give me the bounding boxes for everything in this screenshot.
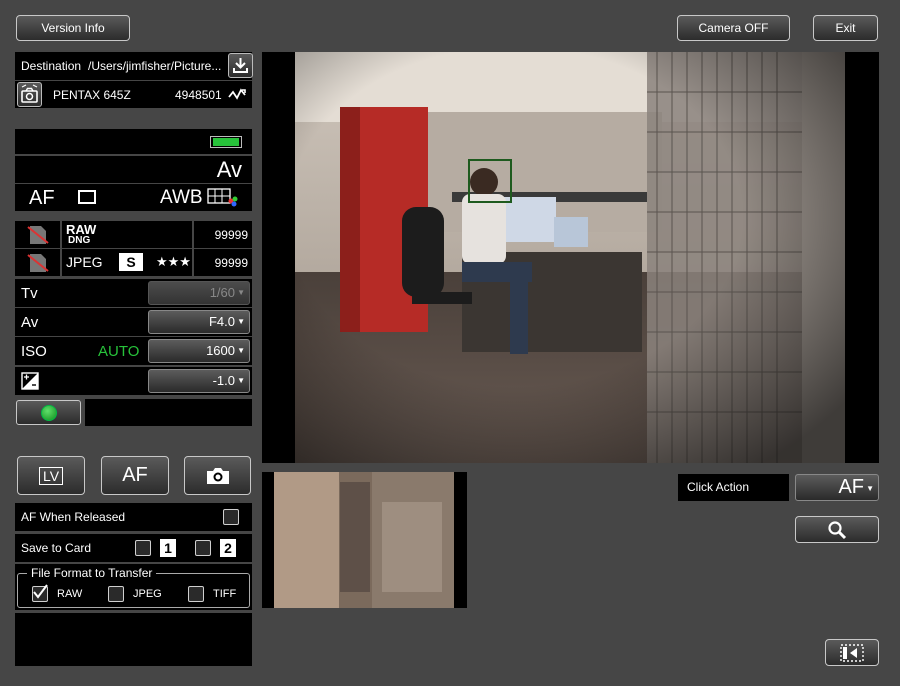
av-value: F4.0	[208, 314, 235, 329]
download-icon[interactable]	[228, 53, 253, 78]
shutter-button[interactable]	[184, 456, 251, 495]
single-shot-icon	[78, 190, 96, 204]
record-button[interactable]	[16, 400, 81, 425]
av-label: Av	[21, 314, 39, 331]
raw-card-cell	[15, 221, 60, 248]
camera-icon	[206, 467, 229, 484]
info-panel	[15, 613, 252, 666]
av-dropdown[interactable]: F4.0 ▼	[148, 310, 250, 334]
color-grid-icon	[207, 188, 239, 213]
click-action-label-box: Click Action	[678, 474, 789, 501]
destination-path: /Users/jimfisher/Picture...	[88, 59, 222, 73]
tv-label: Tv	[21, 285, 38, 302]
office-scene-image	[262, 52, 879, 463]
raw-checkbox[interactable]	[32, 584, 48, 602]
af-button[interactable]: AF	[101, 456, 169, 495]
raw-sub: DNG	[68, 235, 91, 246]
chevron-down-icon: ▼	[866, 484, 874, 493]
thumbnail-image[interactable]	[262, 472, 467, 608]
live-view-button[interactable]: LV	[17, 456, 85, 495]
raw-format-cell: RAW DNG	[62, 221, 192, 248]
af-when-released-checkbox[interactable]	[223, 509, 239, 525]
card-slot-disabled-icon	[27, 254, 49, 272]
checkmark-icon	[33, 584, 48, 599]
jpeg-size: S	[119, 253, 143, 271]
af-when-released-row: AF When Released	[15, 503, 252, 531]
click-action-label: Click Action	[687, 480, 750, 494]
record-icon	[40, 404, 57, 421]
tv-dropdown[interactable]: 1/60 ▼	[148, 281, 250, 305]
iso-row: ISO AUTO 1600 ▼	[15, 337, 252, 365]
af-when-released-label: AF When Released	[21, 510, 126, 524]
camera-off-button[interactable]: Camera OFF	[677, 15, 790, 41]
file-format-legend: File Format to Transfer	[27, 566, 157, 580]
ev-value: -1.0	[212, 373, 235, 388]
collapse-panel-button[interactable]	[825, 639, 879, 666]
camera-serial: 4948501	[175, 88, 222, 102]
click-action-value: AF	[838, 476, 864, 498]
af-mode: AF	[29, 187, 55, 209]
card-slot-disabled-icon	[27, 226, 49, 244]
search-icon	[828, 520, 847, 539]
tv-value: 1/60	[209, 285, 235, 300]
white-balance: AWB	[160, 187, 203, 208]
record-status	[85, 399, 252, 426]
af-row: AF AWB	[15, 184, 252, 211]
panel-collapse-icon	[840, 643, 864, 662]
exposure-mode: Av	[216, 157, 242, 182]
zoom-button[interactable]	[795, 516, 879, 543]
camera-row: PENTAX 645Z 4948501	[15, 81, 252, 108]
destination-row: Destination /Users/jimfisher/Picture...	[15, 52, 253, 80]
click-action-dropdown[interactable]: AF ▼	[795, 474, 879, 501]
battery-fill	[213, 138, 239, 146]
connection-icon	[227, 85, 249, 108]
jpeg-quality: ★★★	[156, 254, 191, 269]
thumbnail-scene-image	[262, 472, 467, 608]
af-button-label: AF	[122, 464, 148, 486]
battery-icon	[210, 136, 242, 148]
av-row: Av F4.0 ▼	[15, 308, 252, 336]
jpeg-checkbox[interactable]	[108, 586, 124, 602]
iso-auto: AUTO	[98, 343, 140, 360]
card1-label: 1	[160, 539, 176, 557]
raw-count-cell: 99999	[194, 221, 252, 248]
tiff-label: TIFF	[213, 588, 237, 600]
jpeg-format: JPEG	[66, 254, 103, 270]
jpeg-format-cell: JPEG S ★★★	[62, 249, 192, 276]
card2-checkbox[interactable]	[195, 540, 211, 556]
chevron-down-icon: ▼	[237, 346, 245, 355]
exposure-compensation-icon	[21, 372, 39, 395]
exit-button[interactable]: Exit	[813, 15, 878, 41]
camera-select-icon[interactable]	[17, 82, 42, 107]
jpeg-label: JPEG	[133, 588, 162, 600]
battery-row	[15, 129, 252, 154]
iso-dropdown[interactable]: 1600 ▼	[148, 339, 250, 363]
save-to-card-row: Save to Card 1 2	[15, 534, 252, 562]
tv-row: Tv 1/60 ▼	[15, 279, 252, 307]
camera-model: PENTAX 645Z	[53, 88, 131, 102]
card2-label: 2	[220, 539, 236, 557]
destination-label: Destination	[21, 59, 82, 73]
chevron-down-icon: ▼	[237, 288, 245, 297]
raw-label: RAW	[57, 588, 83, 600]
ev-dropdown[interactable]: -1.0 ▼	[148, 369, 250, 393]
iso-value: 1600	[206, 343, 235, 358]
iso-label: ISO	[21, 343, 47, 360]
chevron-down-icon: ▼	[237, 317, 245, 326]
ev-row: -1.0 ▼	[15, 367, 252, 395]
jpeg-card-cell	[15, 249, 60, 276]
version-info-button[interactable]: Version Info	[16, 15, 130, 41]
lv-label: LV	[38, 466, 64, 485]
tiff-checkbox[interactable]	[188, 586, 204, 602]
jpeg-count-cell: 99999	[194, 249, 252, 276]
save-to-card-label: Save to Card	[21, 541, 92, 555]
live-view-image[interactable]	[262, 52, 879, 463]
mode-row: Av	[15, 156, 252, 183]
raw-count: 99999	[214, 228, 248, 242]
chevron-down-icon: ▼	[237, 376, 245, 385]
file-format-group: File Format to Transfer RAW JPEG TIFF	[15, 564, 252, 610]
jpeg-count: 99999	[214, 256, 248, 270]
card1-checkbox[interactable]	[135, 540, 151, 556]
